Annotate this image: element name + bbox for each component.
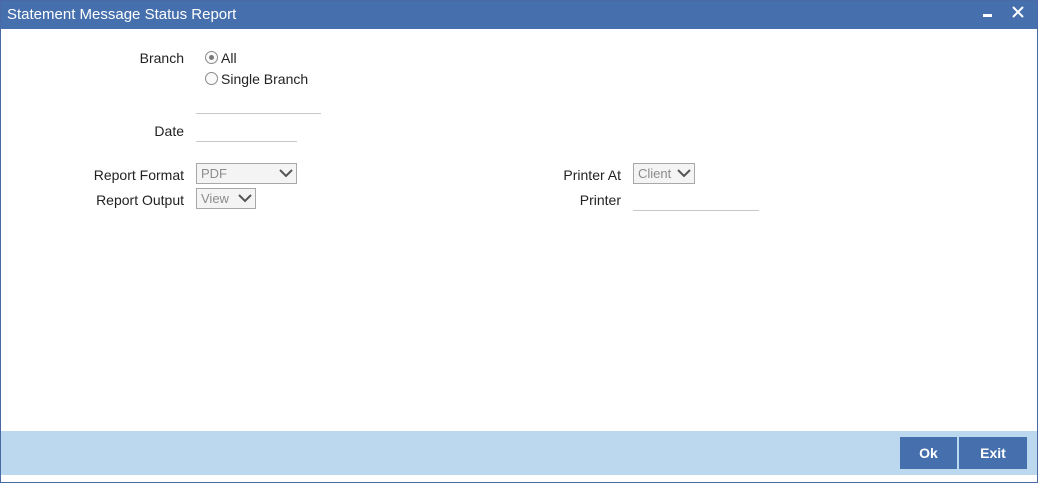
chevron-down-icon (677, 169, 691, 178)
branch-single-radio[interactable] (205, 72, 218, 85)
footer-bar: Ok Exit (1, 431, 1037, 475)
date-label: Date (154, 123, 184, 139)
printer-at-value: Client (638, 166, 672, 181)
title-bar: Statement Message Status Report (1, 1, 1037, 29)
report-format-value: PDF (201, 166, 227, 181)
close-button[interactable] (1007, 3, 1029, 25)
minimize-button[interactable] (976, 3, 998, 25)
branch-code-input[interactable] (196, 92, 321, 114)
exit-button[interactable]: Exit (959, 437, 1027, 469)
branch-label: Branch (139, 50, 184, 66)
printer-at-select[interactable]: Client (633, 163, 695, 184)
ok-button[interactable]: Ok (900, 437, 957, 469)
date-input[interactable] (196, 120, 297, 142)
chevron-down-icon (238, 194, 252, 203)
report-format-label: Report Format (93, 167, 184, 183)
minimize-icon (983, 14, 992, 17)
printer-label: Printer (579, 192, 621, 208)
chevron-down-icon (279, 169, 293, 178)
report-window: Statement Message Status Report Branch A… (0, 0, 1038, 483)
close-icon (1012, 6, 1024, 18)
printer-input[interactable] (633, 189, 759, 211)
report-output-value: View (201, 191, 229, 206)
report-output-select[interactable]: View (196, 188, 256, 209)
report-format-select[interactable]: PDF (196, 163, 297, 184)
branch-single-label: Single Branch (221, 71, 309, 87)
branch-all-label: All (221, 50, 237, 66)
report-output-label: Report Output (96, 192, 184, 208)
branch-all-radio[interactable] (205, 51, 218, 64)
printer-at-label: Printer At (563, 167, 621, 183)
window-title: Statement Message Status Report (7, 6, 237, 23)
bottom-strip (1, 475, 1037, 482)
